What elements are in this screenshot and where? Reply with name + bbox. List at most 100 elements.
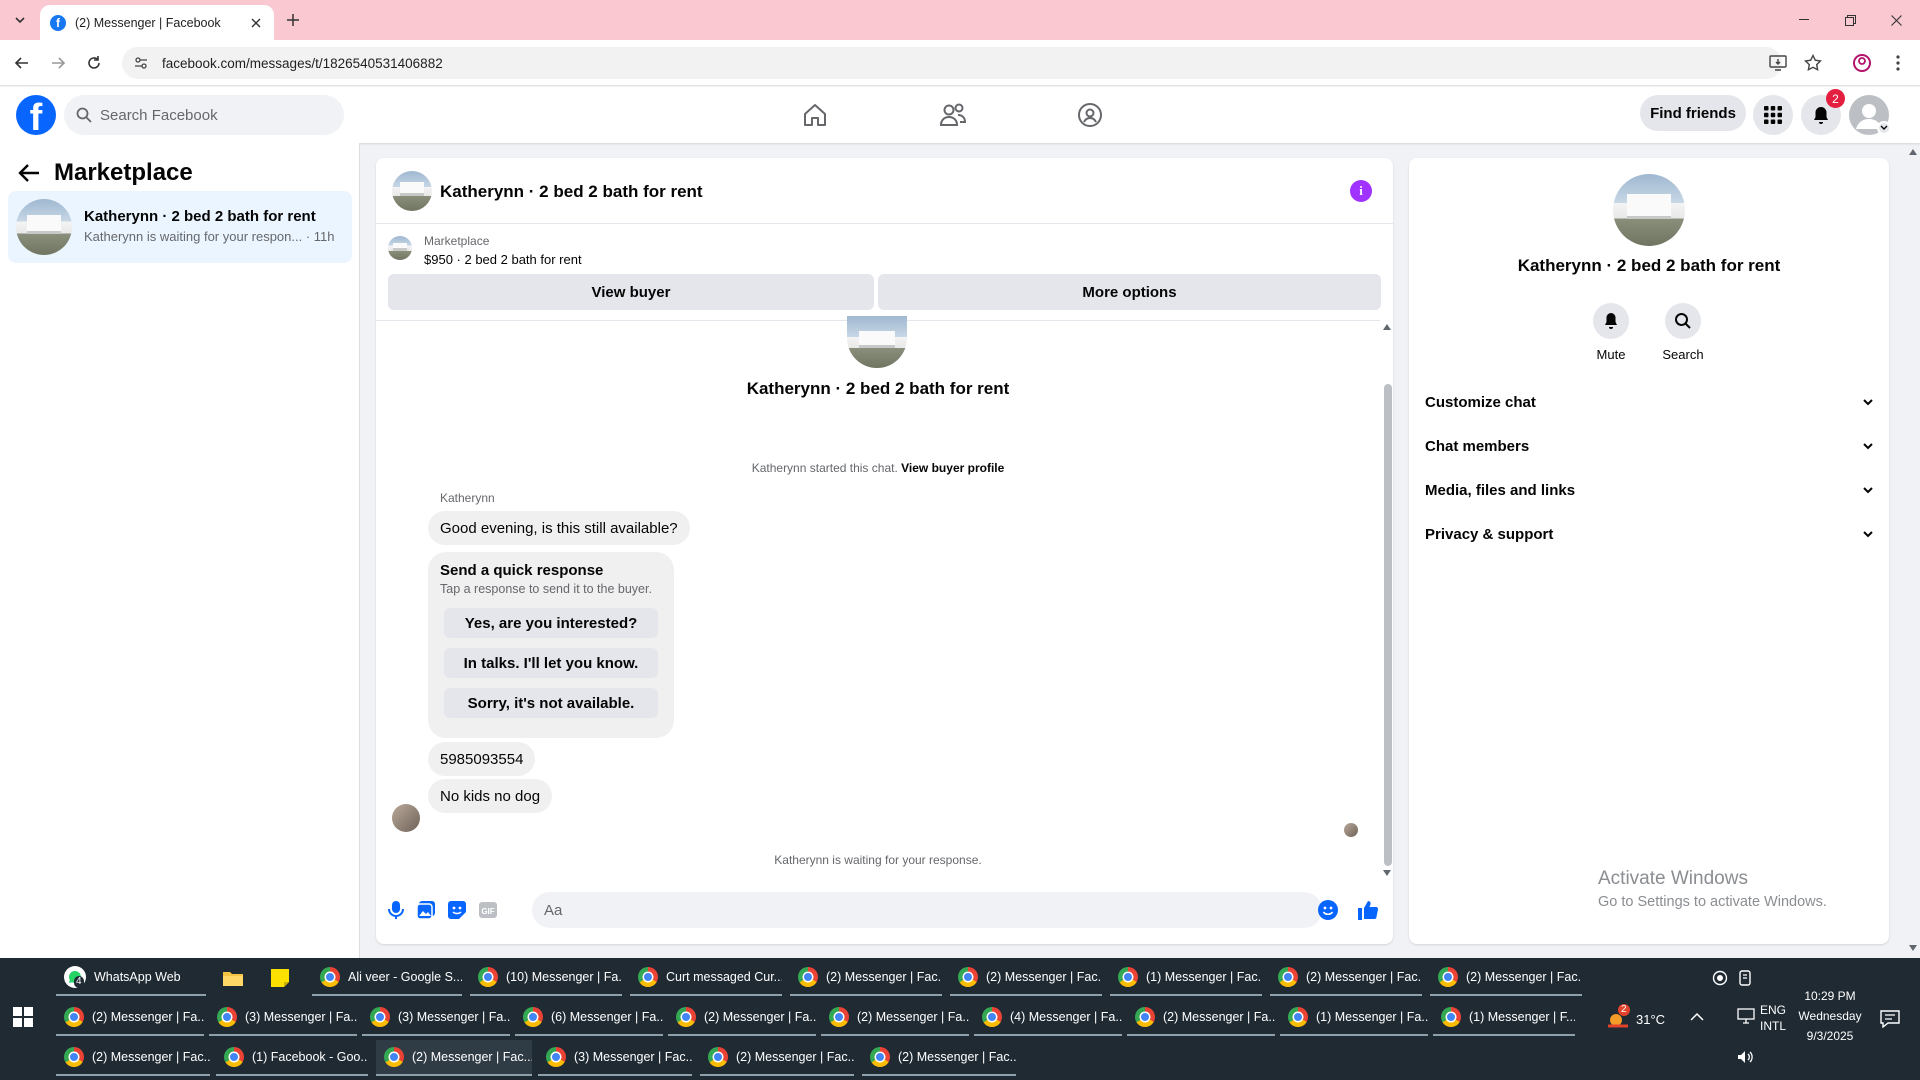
taskbar-file-explorer[interactable] [214, 960, 250, 996]
close-window-button[interactable] [1873, 0, 1919, 40]
network-icon[interactable] [1737, 1008, 1755, 1024]
taskbar-chrome-window[interactable]: Curt messaged Cur... [630, 960, 782, 996]
facebook-search-input[interactable]: Search Facebook [64, 95, 344, 135]
profile-icon[interactable] [1846, 47, 1878, 79]
device-icon[interactable] [1738, 970, 1752, 986]
taskbar-chrome-window[interactable]: (2) Messenger | Fac... [790, 960, 942, 996]
mute-button[interactable]: Mute [1581, 303, 1641, 362]
more-options-button[interactable]: More options [878, 274, 1381, 310]
message-input[interactable]: Aa [532, 892, 1322, 928]
menu-grid-icon[interactable] [1753, 95, 1793, 135]
site-info-icon[interactable] [134, 56, 148, 70]
taskbar-chrome-window[interactable]: (2) Messenger | Fac... [700, 1040, 854, 1076]
customize-chat-section[interactable]: Customize chat [1425, 380, 1873, 424]
url-bar[interactable]: facebook.com/messages/t/1826540531406882 [122, 47, 1782, 79]
temperature[interactable]: 31°C [1636, 1012, 1665, 1028]
restore-window-button[interactable] [1827, 0, 1873, 40]
taskbar-chrome-window[interactable]: (1) Facebook - Goo... [216, 1040, 368, 1076]
taskbar-chrome-window-active[interactable]: (2) Messenger | Fac... [376, 1040, 532, 1076]
taskbar-chrome-window[interactable]: (3) Messenger | Fa... [209, 1000, 357, 1036]
page-scrollbar[interactable] [1906, 143, 1920, 958]
browser-tab-active[interactable]: f (2) Messenger | Facebook [40, 5, 274, 40]
chat-members-section[interactable]: Chat members [1425, 424, 1873, 468]
chat-header-avatar[interactable] [392, 171, 432, 211]
back-arrow-icon[interactable] [18, 163, 40, 183]
groups-icon[interactable] [1070, 95, 1110, 135]
taskbar-chrome-window[interactable]: (3) Messenger | Fa... [362, 1000, 510, 1036]
taskbar-chrome-window[interactable]: (2) Messenger | Fa... [821, 1000, 969, 1036]
new-tab-button[interactable] [281, 8, 305, 32]
account-chevron-down-icon[interactable] [1877, 121, 1891, 135]
facebook-logo-icon[interactable]: f [16, 95, 56, 135]
taskbar-chrome-window[interactable]: (1) Messenger | Fa... [1280, 1000, 1428, 1036]
taskbar-chrome-window[interactable]: (2) Messenger | Fac... [1430, 960, 1582, 996]
thread-scroll-thumb[interactable] [1384, 384, 1392, 866]
tab-search-button[interactable] [8, 8, 32, 32]
sticky-notes-icon [270, 968, 290, 988]
quick-response-option[interactable]: In talks. I'll let you know. [444, 648, 658, 678]
weather-icon[interactable]: 2 [1606, 1004, 1630, 1030]
volume-icon[interactable] [1737, 1050, 1755, 1064]
info-icon[interactable]: i [1350, 180, 1372, 202]
chat-header-title[interactable]: Katherynn · 2 bed 2 bath for rent [440, 182, 703, 202]
taskbar-chrome-window[interactable]: (2) Messenger | Fa... [1127, 1000, 1275, 1036]
url-text: facebook.com/messages/t/1826540531406882 [162, 55, 443, 71]
taskbar-whatsapp[interactable]: 4 WhatsApp Web [56, 960, 206, 996]
notification-center-icon[interactable] [1880, 1010, 1900, 1028]
microphone-icon[interactable] [384, 898, 408, 922]
back-button[interactable] [9, 50, 35, 76]
bookmark-star-icon[interactable] [1797, 47, 1829, 79]
taskbar-chrome-window[interactable]: (3) Messenger | Fac... [538, 1040, 692, 1076]
media-files-links-section[interactable]: Media, files and links [1425, 468, 1873, 512]
search-placeholder: Search Facebook [100, 106, 218, 124]
browser-menu-icon[interactable] [1882, 47, 1914, 79]
taskbar-chrome-window[interactable]: (1) Messenger | Fac... [1110, 960, 1262, 996]
emoji-icon[interactable] [1318, 900, 1338, 920]
quick-response-option[interactable]: Sorry, it's not available. [444, 688, 658, 718]
privacy-support-section[interactable]: Privacy & support [1425, 512, 1873, 556]
home-icon[interactable] [795, 95, 835, 135]
gif-icon[interactable]: GIF [476, 898, 500, 922]
close-tab-icon[interactable] [248, 15, 264, 31]
taskbar-chrome-window[interactable]: (4) Messenger | Fa... [974, 1000, 1122, 1036]
message-bubble[interactable]: No kids no dog [428, 779, 553, 813]
taskbar-item-label: Curt messaged Cur... [666, 970, 782, 984]
find-friends-button[interactable]: Find friends [1640, 95, 1746, 131]
browser-address-bar: facebook.com/messages/t/1826540531406882 [0, 40, 1920, 86]
taskbar-chrome-window[interactable]: Ali veer - Google S... [312, 960, 462, 996]
listing-price: $950 · 2 bed 2 bath for rent [424, 252, 582, 267]
sticker-icon[interactable] [445, 898, 469, 922]
message-bubble[interactable]: 5985093554 [428, 742, 536, 776]
taskbar-chrome-window[interactable]: (2) Messenger | Fac... [1270, 960, 1422, 996]
forward-button[interactable] [45, 50, 71, 76]
taskbar-sticky-notes[interactable] [262, 960, 298, 996]
install-app-icon[interactable] [1762, 47, 1794, 79]
taskbar-item-label: (3) Messenger | Fa... [245, 1010, 357, 1024]
reload-button[interactable] [81, 50, 107, 76]
message-bubble[interactable]: Good evening, is this still available? [428, 511, 690, 545]
view-buyer-button[interactable]: View buyer [388, 274, 874, 310]
thread-scrollbar[interactable] [1380, 320, 1393, 880]
taskbar-chrome-window[interactable]: (2) Messenger | Fac... [950, 960, 1102, 996]
taskbar-chrome-window[interactable]: (2) Messenger | Fa... [56, 1000, 204, 1036]
sender-avatar[interactable] [392, 804, 420, 832]
show-hidden-icons-chevron-up-icon[interactable] [1690, 1012, 1704, 1022]
taskbar-chrome-window[interactable]: (6) Messenger | Fa... [515, 1000, 663, 1036]
taskbar-chrome-window[interactable]: (2) Messenger | Fac... [56, 1040, 210, 1076]
taskbar-chrome-window[interactable]: (1) Messenger | F... [1433, 1000, 1575, 1036]
thumbs-up-icon[interactable] [1356, 898, 1380, 922]
conversation-item[interactable]: Katherynn · 2 bed 2 bath for rent Kather… [8, 191, 352, 263]
language-indicator[interactable]: ENG INTL [1760, 1002, 1786, 1034]
taskbar-chrome-window[interactable]: (2) Messenger | Fac... [862, 1040, 1016, 1076]
record-icon[interactable] [1712, 970, 1728, 986]
quick-response-option[interactable]: Yes, are you interested? [444, 608, 658, 638]
taskbar-chrome-window[interactable]: (2) Messenger | Fa... [668, 1000, 816, 1036]
photo-attach-icon[interactable] [414, 898, 438, 922]
minimize-window-button[interactable] [1781, 0, 1827, 40]
clock[interactable]: 10:29 PM Wednesday 9/3/2025 [1798, 988, 1862, 1044]
friends-icon[interactable] [933, 95, 973, 135]
search-in-conversation-button[interactable]: Search [1653, 303, 1713, 362]
taskbar-chrome-window[interactable]: (10) Messenger | Fa... [470, 960, 622, 996]
windows-start-icon[interactable] [8, 1002, 38, 1032]
view-buyer-profile-link[interactable]: View buyer profile [901, 461, 1004, 475]
